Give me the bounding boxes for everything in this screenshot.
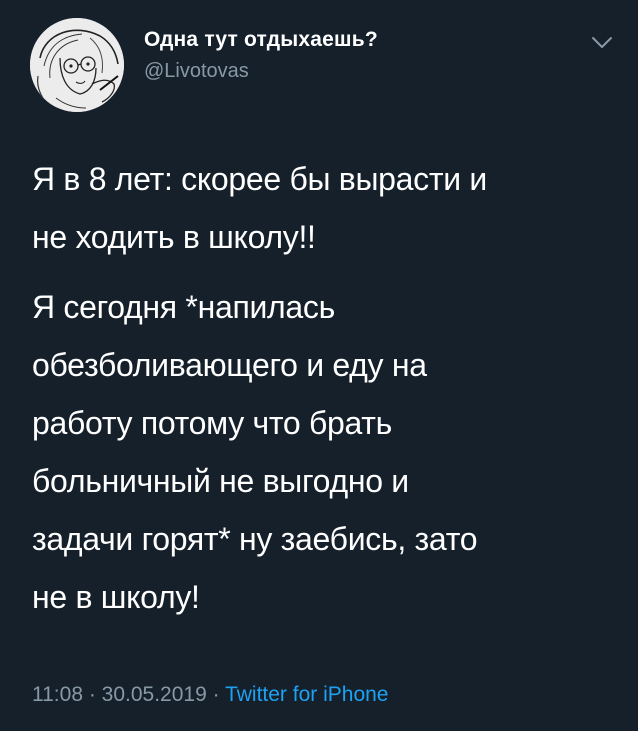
tweet-paragraph-1: Я в 8 лет: скорее бы вырасти и не ходить… (32, 150, 612, 266)
author-names: Одна тут отдыхаешь? @Livotovas (144, 25, 378, 85)
author-display-name[interactable]: Одна тут отдыхаешь? (144, 25, 378, 55)
tweet-date[interactable]: 30.05.2019 (102, 683, 207, 706)
tweet-time[interactable]: 11:08 (32, 683, 83, 706)
meta-separator: · (83, 683, 102, 706)
meta-separator: · (206, 683, 226, 706)
chevron-down-glyph (592, 37, 612, 48)
tweet-line-7: задачи горят* ну заебись, зато (32, 521, 478, 557)
avatar[interactable] (30, 18, 124, 112)
tweet-line-8: не в школу! (32, 579, 200, 615)
tweet-line-4: обезболивающего и еду на (32, 347, 427, 383)
tweet-meta: 11:08 · 30.05.2019 · Twitter for iPhone (32, 680, 388, 710)
tweet-line-6: больничный не выгодно и (32, 463, 409, 499)
tweet-source-link[interactable]: Twitter for iPhone (225, 683, 388, 706)
tweet-line-2: не ходить в школу!! (32, 219, 316, 255)
tweet-line-3: Я сегодня *напилась (32, 289, 335, 325)
tweet-paragraph-2: Я сегодня *напилась обезболивающего и ед… (32, 278, 612, 626)
tweet-line-5: работу потому что брать (32, 405, 392, 441)
avatar-sketch-icon (30, 18, 124, 112)
tweet-text: Я в 8 лет: скорее бы вырасти и не ходить… (32, 150, 612, 626)
tweet-header: Одна тут отдыхаешь? @Livotovas (30, 15, 620, 112)
author-handle[interactable]: @Livotovas (144, 57, 378, 85)
tweet-line-1: Я в 8 лет: скорее бы вырасти и (32, 161, 487, 197)
tweet-card: Одна тут отдыхаешь? @Livotovas Я в 8 лет… (0, 0, 638, 731)
chevron-down-icon[interactable] (587, 27, 617, 57)
